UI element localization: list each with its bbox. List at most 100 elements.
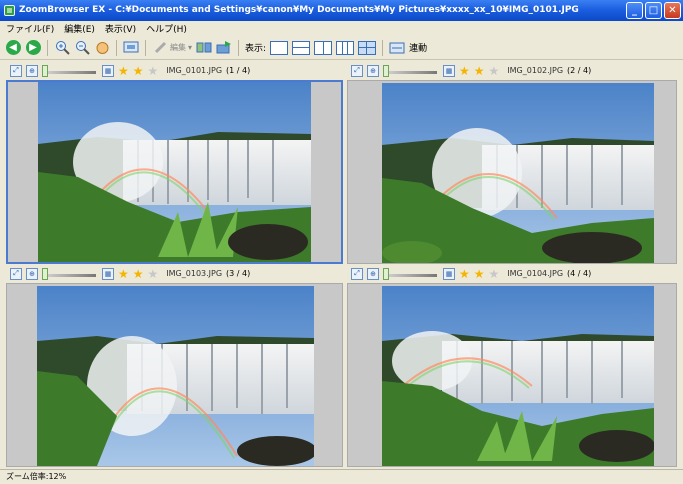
star-icon-2[interactable]: ★ — [474, 268, 485, 280]
menu-edit[interactable]: 編集(E) — [64, 22, 95, 35]
slider-track — [389, 273, 437, 277]
info-icon[interactable]: ▦ — [102, 267, 114, 280]
slider-track — [48, 273, 96, 277]
menu-file[interactable]: ファイル(F) — [6, 22, 54, 35]
menu-help[interactable]: ヘルプ(H) — [146, 22, 187, 35]
hand-icon — [96, 42, 108, 54]
waterfall-photo — [37, 286, 314, 466]
waterfall-photo — [382, 83, 654, 263]
zoom-status: ズーム倍率:12% — [6, 472, 67, 481]
forward-button[interactable]: ▶ — [25, 40, 41, 56]
star-icon-1[interactable]: ★ — [459, 268, 470, 280]
back-arrow-icon: ◀ — [5, 40, 21, 55]
image-position: (1 / 4) — [226, 66, 251, 75]
panel-toolbar: ⤢ ⊕ ▦ ★ ★ ★ IMG_0104.JPG (4 / 4) — [347, 264, 677, 283]
toolbar: ◀ ▶ 編集 ▾ 表示: 連動 — [0, 36, 683, 60]
image-viewport-selected[interactable] — [6, 80, 343, 264]
edit-dropdown-icon[interactable]: ▾ — [188, 43, 192, 52]
info-icon[interactable]: ▦ — [102, 64, 114, 77]
star-icon-2[interactable]: ★ — [133, 268, 144, 280]
panel-toolbar: ⤢ ⊕ ▦ ★ ★ ★ IMG_0103.JPG (3 / 4) — [6, 264, 343, 283]
back-button[interactable]: ◀ — [5, 40, 21, 56]
toolbar-separator — [47, 39, 48, 56]
toolbar-separator — [238, 39, 240, 56]
image-position: (3 / 4) — [226, 269, 251, 278]
app-icon — [4, 5, 15, 16]
hand-tool-button[interactable] — [94, 40, 110, 56]
zoom-icon[interactable]: ⊕ — [367, 64, 379, 77]
star-icon-3[interactable]: ★ — [148, 268, 159, 280]
star-icon-3[interactable]: ★ — [148, 65, 159, 77]
image-viewport[interactable] — [347, 283, 677, 467]
image-filename: IMG_0102.JPG — [507, 66, 564, 75]
panel-toolbar: ⤢ ⊕ ▦ ★ ★ ★ IMG_0102.JPG (2 / 4) — [347, 61, 677, 80]
minimize-button[interactable]: _ — [626, 2, 643, 19]
link-icon — [389, 42, 405, 54]
waterfall-photo — [38, 82, 311, 262]
zoom-out-icon — [75, 41, 90, 55]
layout-three-icon-end — [348, 42, 353, 54]
star-icon-3[interactable]: ★ — [489, 268, 500, 280]
layout-two-horizontal-icon-half — [293, 48, 309, 54]
edit-icon — [154, 41, 166, 54]
layout-single-button[interactable] — [270, 40, 289, 55]
layout-single-icon — [271, 42, 287, 54]
fit-icon[interactable]: ⤢ — [10, 267, 22, 280]
export-button[interactable] — [216, 40, 232, 56]
fit-screen-button[interactable] — [123, 40, 139, 56]
info-icon[interactable]: ▦ — [443, 267, 455, 280]
waterfall-photo — [382, 286, 654, 466]
image-grid: ⤢ ⊕ ▦ ★ ★ ★ IMG_0101.JPG (1 / 4) ⤢ ⊕ ▦ ★… — [6, 61, 677, 467]
image-filename: IMG_0101.JPG — [166, 66, 223, 75]
zoom-slider[interactable] — [42, 267, 98, 280]
fit-icon[interactable]: ⤢ — [351, 64, 363, 77]
zoom-in-button[interactable] — [54, 40, 70, 56]
star-icon-1[interactable]: ★ — [118, 268, 129, 280]
layout-four-button[interactable] — [358, 40, 377, 55]
status-bar: ズーム倍率:12% — [0, 469, 683, 484]
image-position: (2 / 4) — [567, 66, 592, 75]
image-viewport[interactable] — [347, 80, 677, 264]
image-panel-3: ⤢ ⊕ ▦ ★ ★ ★ IMG_0103.JPG (3 / 4) — [6, 264, 343, 467]
layout-two-vertical-button[interactable] — [314, 40, 333, 55]
layout-three-button[interactable] — [336, 40, 355, 55]
star-icon-3[interactable]: ★ — [489, 65, 500, 77]
title-bar: ZoomBrowser EX - C:¥Documents and Settin… — [0, 0, 683, 21]
zoom-out-button[interactable] — [74, 40, 90, 56]
zoom-icon[interactable]: ⊕ — [26, 267, 38, 280]
zoom-slider[interactable] — [383, 64, 439, 77]
menu-bar: ファイル(F) 編集(E) 表示(V) ヘルプ(H) — [0, 21, 683, 36]
zoom-slider[interactable] — [42, 64, 98, 77]
edit-button[interactable] — [152, 40, 168, 56]
zoom-icon[interactable]: ⊕ — [26, 64, 38, 77]
panel-splitter[interactable] — [343, 61, 347, 467]
fit-icon[interactable]: ⤢ — [10, 64, 22, 77]
star-icon-2[interactable]: ★ — [474, 65, 485, 77]
export-icon — [216, 41, 232, 54]
display-label: 表示: — [245, 44, 267, 54]
image-position: (4 / 4) — [567, 269, 592, 278]
star-icon-1[interactable]: ★ — [459, 65, 470, 77]
compare-button[interactable] — [196, 40, 212, 56]
panel-toolbar: ⤢ ⊕ ▦ ★ ★ ★ IMG_0101.JPG (1 / 4) — [6, 61, 343, 80]
fit-screen-icon — [123, 41, 139, 53]
zoom-icon[interactable]: ⊕ — [367, 267, 379, 280]
toolbar-separator — [145, 39, 146, 56]
image-panel-2: ⤢ ⊕ ▦ ★ ★ ★ IMG_0102.JPG (2 / 4) — [347, 61, 677, 264]
forward-arrow-icon: ▶ — [25, 40, 41, 55]
info-icon[interactable]: ▦ — [443, 64, 455, 77]
star-icon-2[interactable]: ★ — [133, 65, 144, 77]
zoom-slider[interactable] — [383, 267, 439, 280]
image-viewport[interactable] — [6, 283, 343, 467]
menu-view[interactable]: 表示(V) — [105, 22, 136, 35]
edit-label: 編集 — [170, 43, 186, 52]
close-button[interactable]: ✕ — [664, 2, 681, 19]
fit-icon[interactable]: ⤢ — [351, 267, 363, 280]
link-button[interactable] — [389, 40, 405, 56]
slider-track — [48, 70, 96, 74]
image-filename: IMG_0103.JPG — [166, 269, 223, 278]
layout-two-horizontal-button[interactable] — [292, 40, 311, 55]
maximize-button[interactable]: □ — [645, 2, 662, 19]
window-title: ZoomBrowser EX - C:¥Documents and Settin… — [19, 5, 579, 15]
star-icon-1[interactable]: ★ — [118, 65, 129, 77]
